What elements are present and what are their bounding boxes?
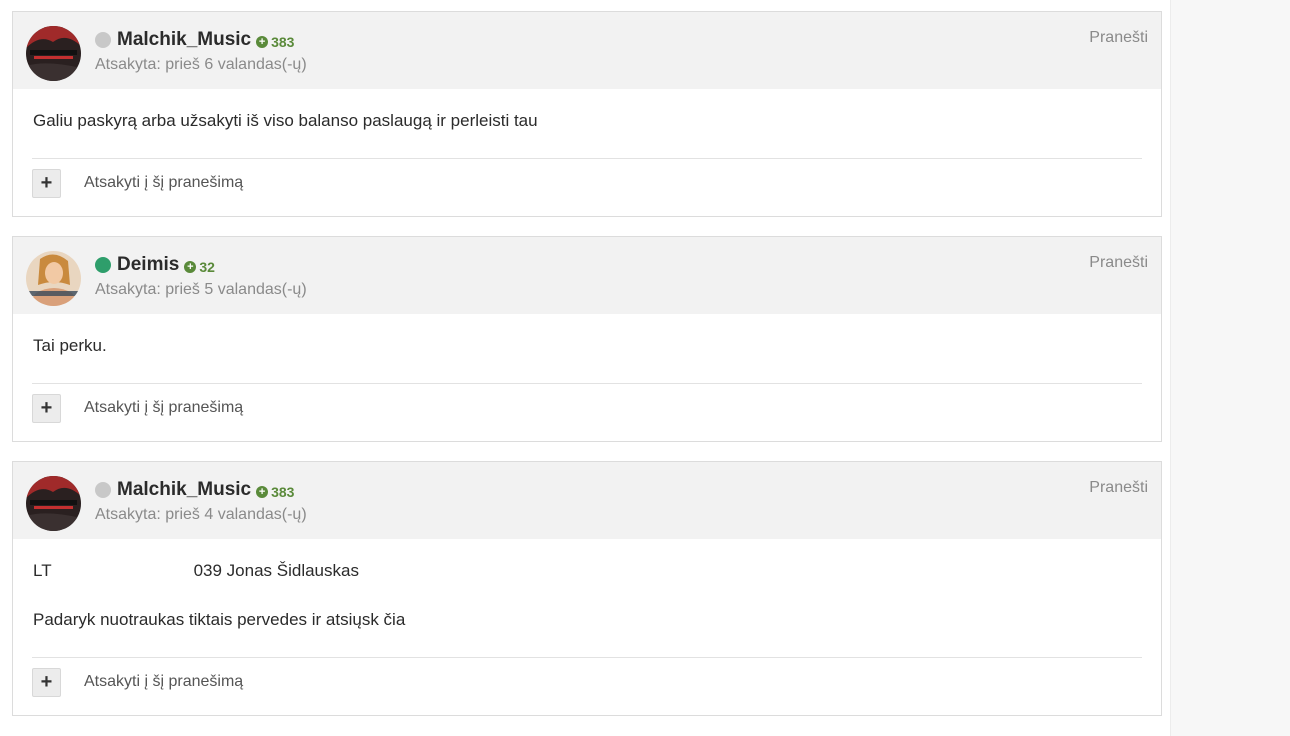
reply-timestamp: Atsakyta: prieš 6 valandas(-ų) bbox=[95, 56, 307, 73]
iban-prefix: LT bbox=[33, 561, 52, 580]
avatar[interactable] bbox=[26, 476, 81, 531]
iban-suffix-recipient: 039 Jonas Šidlauskas bbox=[193, 561, 359, 580]
reply-plus-button[interactable]: + bbox=[32, 668, 61, 697]
comment-feed: Malchik_Music + 383 Atsakyta: prieš 6 va… bbox=[12, 11, 1162, 735]
comment-post: Malchik_Music + 383 Atsakyta: prieš 4 va… bbox=[12, 461, 1162, 716]
reply-to-post-link[interactable]: Atsakyti į šį pranešimą bbox=[84, 673, 243, 691]
comment-header: Malchik_Music + 383 Atsakyta: prieš 6 va… bbox=[13, 12, 1161, 89]
comment-body: Galiu paskyrą arba užsakyti iš viso bala… bbox=[13, 89, 1161, 133]
right-sidebar bbox=[1170, 0, 1290, 736]
reply-timestamp: Atsakyta: prieš 4 valandas(-ų) bbox=[95, 506, 307, 523]
comment-post: Deimis + 32 Atsakyta: prieš 5 valandas(-… bbox=[12, 236, 1162, 442]
comment-text: Galiu paskyrą arba užsakyti iš viso bala… bbox=[33, 111, 538, 130]
plus-circle-icon: + bbox=[184, 260, 197, 273]
comment-body: Tai perku. bbox=[13, 314, 1161, 358]
report-link[interactable]: Pranešti bbox=[1089, 479, 1148, 497]
redacted-area bbox=[52, 559, 194, 583]
comment-text: Padaryk nuotraukas tiktais pervedes ir a… bbox=[33, 610, 406, 629]
avatar[interactable] bbox=[26, 251, 81, 306]
author-name[interactable]: Malchik_Music bbox=[117, 29, 251, 51]
comment-footer: + Atsakyti į šį pranešimą bbox=[32, 158, 1142, 216]
comment-footer: + Atsakyti į šį pranešimą bbox=[32, 383, 1142, 441]
reputation-count: 383 bbox=[271, 33, 295, 50]
reply-plus-button[interactable]: + bbox=[32, 169, 61, 198]
reputation-badge: + 383 bbox=[256, 484, 294, 500]
comment-header: Deimis + 32 Atsakyta: prieš 5 valandas(-… bbox=[13, 237, 1161, 314]
comment-body: LT 039 Jonas Šidlauskas Padaryk nuotrauk… bbox=[13, 539, 1161, 632]
report-link[interactable]: Pranešti bbox=[1089, 29, 1148, 47]
comment-text: Tai perku. bbox=[33, 336, 107, 355]
comment-post: Malchik_Music + 383 Atsakyta: prieš 6 va… bbox=[12, 11, 1162, 217]
reputation-badge: + 32 bbox=[184, 259, 215, 275]
plus-circle-icon: + bbox=[256, 485, 269, 498]
author-name[interactable]: Deimis bbox=[117, 254, 179, 276]
author-name[interactable]: Malchik_Music bbox=[117, 479, 251, 501]
reply-timestamp: Atsakyta: prieš 5 valandas(-ų) bbox=[95, 281, 307, 298]
report-link[interactable]: Pranešti bbox=[1089, 254, 1148, 272]
reputation-count: 32 bbox=[199, 258, 215, 275]
plus-circle-icon: + bbox=[256, 35, 269, 48]
reputation-count: 383 bbox=[271, 483, 295, 500]
reply-plus-button[interactable]: + bbox=[32, 394, 61, 423]
avatar[interactable] bbox=[26, 26, 81, 81]
bank-account-line: LT 039 Jonas Šidlauskas bbox=[33, 559, 1141, 583]
online-status-icon bbox=[95, 257, 111, 273]
reply-to-post-link[interactable]: Atsakyti į šį pranešimą bbox=[84, 399, 243, 417]
offline-status-icon bbox=[95, 482, 111, 498]
reply-to-post-link[interactable]: Atsakyti į šį pranešimą bbox=[84, 174, 243, 192]
reputation-badge: + 383 bbox=[256, 34, 294, 50]
comment-footer: + Atsakyti į šį pranešimą bbox=[32, 657, 1142, 715]
comment-header: Malchik_Music + 383 Atsakyta: prieš 4 va… bbox=[13, 462, 1161, 539]
offline-status-icon bbox=[95, 32, 111, 48]
